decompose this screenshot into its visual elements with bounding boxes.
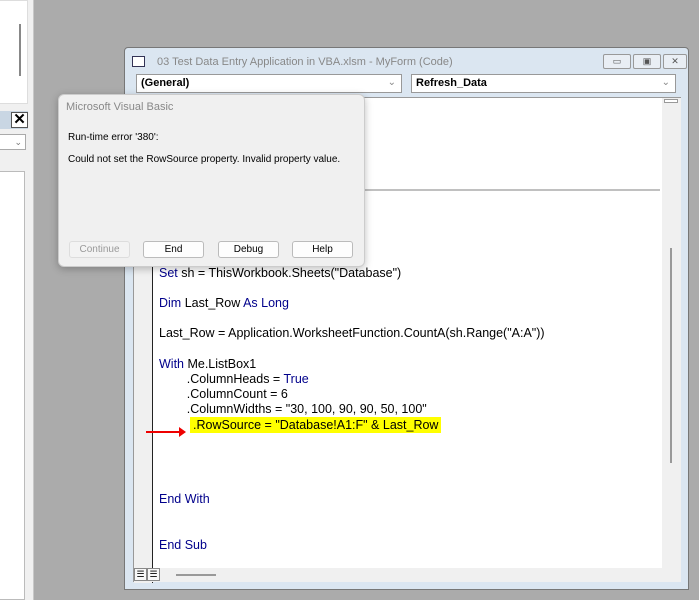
code-keyword: Set	[159, 266, 178, 280]
code-line: .ColumnWidths = "30, 100, 90, 90, 50, 10…	[159, 402, 427, 417]
object-combo-value: (General)	[141, 77, 190, 89]
procedure-combo-value: Refresh_Data	[416, 77, 487, 89]
code-text: .ColumnHeads =	[159, 372, 284, 386]
maximize-button[interactable]: ▣	[633, 54, 661, 69]
chevron-down-icon: ⌄	[661, 77, 670, 88]
minimize-button[interactable]: ▭	[603, 54, 631, 69]
dialog-title: Microsoft Visual Basic	[66, 101, 174, 113]
code-text: Me.ListBox1	[184, 357, 257, 371]
end-button[interactable]: End	[143, 241, 204, 258]
code-keyword: With	[159, 357, 184, 371]
close-icon[interactable]: ✕	[11, 112, 28, 128]
code-text: .ColumnWidths = "30, 100, 90, 90, 50, 10…	[159, 402, 427, 416]
code-keyword: As Long	[243, 296, 289, 310]
properties-list	[0, 171, 25, 600]
help-button[interactable]: Help	[292, 241, 353, 258]
code-text: .ColumnCount = 6	[159, 387, 288, 401]
code-text: sh = ThisWorkbook.Sheets("Database")	[177, 266, 402, 280]
code-keyword: Dim	[159, 296, 182, 310]
code-line: Dim Last_Row As Long	[159, 296, 289, 311]
error-code: Run-time error '380':	[68, 132, 159, 143]
procedure-combo[interactable]: Refresh_Data ⌄	[411, 74, 676, 93]
continue-button[interactable]: Continue	[69, 241, 130, 258]
code-keyword: True	[283, 372, 309, 386]
error-message: Could not set the RowSource property. In…	[68, 154, 341, 165]
procedure-view-icon[interactable]: ☰	[134, 568, 147, 581]
error-highlight: .RowSource = "Database!A1:F" & Last_Row	[190, 417, 442, 433]
scroll-thumb[interactable]	[670, 248, 672, 463]
window-title: 03 Test Data Entry Application in VBA.xl…	[157, 56, 453, 68]
full-module-view-icon[interactable]: ☰	[147, 568, 160, 581]
project-explorer	[0, 0, 28, 104]
code-text: Last_Row	[181, 296, 244, 310]
code-line: .ColumnHeads = True	[159, 372, 309, 387]
code-window-icon	[132, 56, 145, 67]
debug-button[interactable]: Debug	[218, 241, 279, 258]
code-line: .ColumnCount = 6	[159, 387, 288, 402]
properties-object-combo[interactable]: ⌄	[0, 134, 26, 150]
error-line: .RowSource = "Database!A1:F" & Last_Row	[190, 417, 442, 433]
left-panel: ✕ ⌄	[0, 0, 34, 600]
code-line: With Me.ListBox1	[159, 357, 256, 372]
code-text: Last_Row = Application.WorksheetFunction…	[159, 326, 545, 340]
code-line: End With	[159, 492, 210, 506]
red-arrow-annotation	[146, 427, 186, 437]
split-bar[interactable]	[664, 99, 678, 103]
scroll-thumb[interactable]	[176, 574, 216, 576]
scrollbar[interactable]	[19, 24, 21, 76]
code-line: Last_Row = Application.WorksheetFunction…	[159, 326, 545, 341]
close-button[interactable]: ✕	[663, 54, 687, 69]
code-line: End Sub	[159, 538, 207, 552]
object-combo[interactable]: (General) ⌄	[136, 74, 402, 93]
chevron-down-icon: ⌄	[387, 77, 396, 88]
horizontal-scrollbar[interactable]: ☰ ☰	[134, 568, 681, 582]
vertical-scrollbar[interactable]	[662, 98, 681, 568]
code-line: Set sh = ThisWorkbook.Sheets("Database")	[159, 266, 401, 281]
error-dialog: Microsoft Visual Basic Run-time error '3…	[58, 94, 365, 267]
